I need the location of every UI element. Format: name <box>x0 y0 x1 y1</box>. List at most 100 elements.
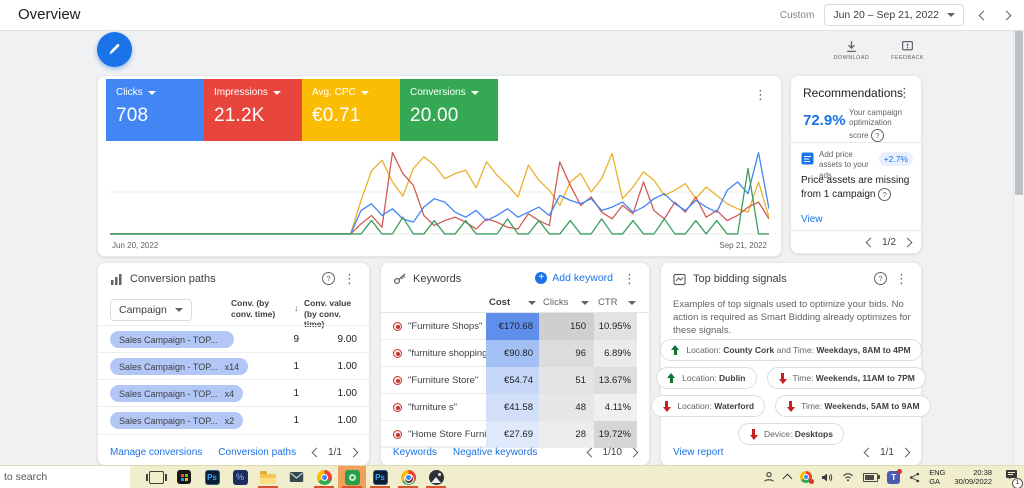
recommendation-detail: Price assets are missing from 1 campaign <box>801 175 909 200</box>
metric-value: €0.71 <box>312 105 400 127</box>
campaign-chip[interactable]: Sales Campaign - TOP...x2 <box>110 412 243 429</box>
dark-blue-app-button[interactable] <box>226 466 254 488</box>
column-header-conversions[interactable]: Conv. (by conv. time) <box>231 298 293 319</box>
help-icon[interactable]: ? <box>871 129 884 142</box>
prev-page-icon[interactable] <box>312 448 322 458</box>
clock[interactable]: 20:3830/09/2022 <box>954 468 992 487</box>
campaign-chip[interactable]: Sales Campaign - TOP...x14 <box>110 358 248 375</box>
taskbar-search-box[interactable]: to search <box>0 466 130 488</box>
metric-clicks[interactable]: Clicks 708 <box>106 79 204 141</box>
battery-icon <box>863 473 878 482</box>
x-axis-end-label: Sep 21, 2022 <box>719 241 767 250</box>
keywords-link[interactable]: Keywords <box>393 447 437 458</box>
photos-button[interactable] <box>422 466 450 488</box>
keyword-text[interactable]: "Home Store Furniture" <box>408 429 486 440</box>
more-options-icon[interactable]: ⋮ <box>895 272 908 285</box>
next-page-icon[interactable] <box>629 448 639 458</box>
conversions-cell: 9 <box>249 334 299 345</box>
keyword-text[interactable]: "Furniture Shops" <box>408 321 482 332</box>
feedback-button[interactable]: FEEDBACK <box>891 40 924 61</box>
campaign-filter-dropdown[interactable]: Campaign <box>110 299 192 321</box>
edit-button[interactable] <box>97 32 132 67</box>
chrome-button[interactable] <box>310 466 338 488</box>
table-row: Sales Campaign - TOP...x2 1 1.00 <box>98 406 369 435</box>
keyword-text[interactable]: "Furniture Store" <box>408 375 478 386</box>
chevron-down-icon <box>628 301 636 305</box>
more-options-icon[interactable]: ⋮ <box>754 88 767 101</box>
volume-button[interactable] <box>821 472 833 483</box>
card-title: Keywords <box>413 273 461 285</box>
people-button[interactable] <box>763 471 775 483</box>
campaign-chip[interactable]: Sales Campaign - TOP... <box>110 331 234 348</box>
view-link[interactable]: View <box>801 214 823 225</box>
vertical-scrollbar[interactable] <box>1013 30 1024 466</box>
next-page-icon[interactable] <box>349 448 359 458</box>
mail-button[interactable] <box>282 466 310 488</box>
metric-avg-cpc[interactable]: Avg. CPC €0.71 <box>302 79 400 141</box>
battery-button[interactable] <box>863 473 878 482</box>
task-view-button[interactable] <box>142 466 170 488</box>
active-green-app-button[interactable] <box>338 466 366 488</box>
table-row: Sales Campaign - TOP...x4 1 1.00 <box>98 379 369 407</box>
help-icon[interactable]: ? <box>874 272 887 285</box>
previous-period-button[interactable] <box>979 10 989 20</box>
date-range-value: Jun 20 – Sep 21, 2022 <box>833 9 939 21</box>
view-report-link[interactable]: View report <box>673 447 723 458</box>
share-app-button[interactable] <box>909 472 920 483</box>
more-options-icon[interactable]: ⋮ <box>898 86 911 99</box>
chevron-down-icon <box>361 91 369 95</box>
download-button[interactable]: DOWNLOAD <box>834 40 870 61</box>
column-header-clicks[interactable]: Clicks <box>543 297 568 308</box>
pagination: 1/10 <box>588 447 637 458</box>
table-row: "furniture shopping" €90.80 96 6.89% <box>381 340 649 367</box>
help-icon[interactable]: ? <box>878 188 891 201</box>
network-button[interactable] <box>842 472 854 482</box>
campaign-chip[interactable]: Sales Campaign - TOP...x4 <box>110 385 243 402</box>
clicks-cell: 48 <box>539 394 594 421</box>
more-options-icon[interactable]: ⋮ <box>623 272 636 285</box>
notification-center-button[interactable]: 1 <box>1005 468 1018 486</box>
page-title: Overview <box>18 0 81 30</box>
tray-chrome-button[interactable] <box>800 471 812 483</box>
prev-page-icon[interactable] <box>586 448 596 458</box>
keyword-text[interactable]: "furniture shopping" <box>408 348 486 359</box>
more-options-icon[interactable]: ⋮ <box>343 272 356 285</box>
arrow-down-icon <box>778 373 787 384</box>
column-header-ctr[interactable]: CTR <box>598 297 618 308</box>
column-header-cost[interactable]: Cost <box>489 297 510 308</box>
manage-conversions-link[interactable]: Manage conversions <box>110 447 202 458</box>
photoshop-button[interactable]: Ps <box>198 466 226 488</box>
add-keyword-button[interactable]: + Add keyword <box>535 272 613 284</box>
signal-chip: Time: Weekends, 5AM to 9AM <box>775 395 931 417</box>
conversion-paths-link[interactable]: Conversion paths <box>218 447 296 458</box>
keyword-status-icon <box>393 349 402 358</box>
next-page-icon[interactable] <box>901 448 911 458</box>
arrow-up-icon <box>667 373 676 384</box>
chrome-profile-button[interactable] <box>394 466 422 488</box>
next-period-button[interactable] <box>1002 10 1012 20</box>
time: 20:38 <box>954 468 992 477</box>
keyword-status-icon <box>393 322 402 331</box>
help-icon[interactable]: ? <box>322 272 335 285</box>
microsoft-store-button[interactable] <box>170 466 198 488</box>
feedback-icon <box>901 40 914 53</box>
metric-conversions[interactable]: Conversions 20.00 <box>400 79 498 141</box>
date-range-selector[interactable]: Jun 20 – Sep 21, 2022 <box>824 4 964 26</box>
prev-page-icon[interactable] <box>866 238 876 248</box>
table-row: "Furniture Shops" €170.68 150 10.95% <box>381 313 649 340</box>
optimization-score: 72.9% <box>803 112 846 129</box>
metric-impressions[interactable]: Impressions 21.2K <box>204 79 302 141</box>
photoshop-2-button[interactable]: Ps <box>366 466 394 488</box>
keyword-text[interactable]: "furniture s" <box>408 402 457 413</box>
language-indicator[interactable]: ENGGA <box>929 468 945 487</box>
date-range-controls: Custom Jun 20 – Sep 21, 2022 <box>780 0 1010 30</box>
teams-button[interactable] <box>887 471 900 484</box>
photoshop-icon: Ps <box>373 470 388 485</box>
scrollbar-thumb[interactable] <box>1015 30 1023 195</box>
card-footer: Keywords Negative keywords 1/10 <box>393 447 637 458</box>
prev-page-icon[interactable] <box>864 448 874 458</box>
next-page-icon[interactable] <box>903 238 913 248</box>
file-explorer-button[interactable] <box>254 466 282 488</box>
show-hidden-icons-button[interactable] <box>784 472 791 482</box>
negative-keywords-link[interactable]: Negative keywords <box>453 447 537 458</box>
